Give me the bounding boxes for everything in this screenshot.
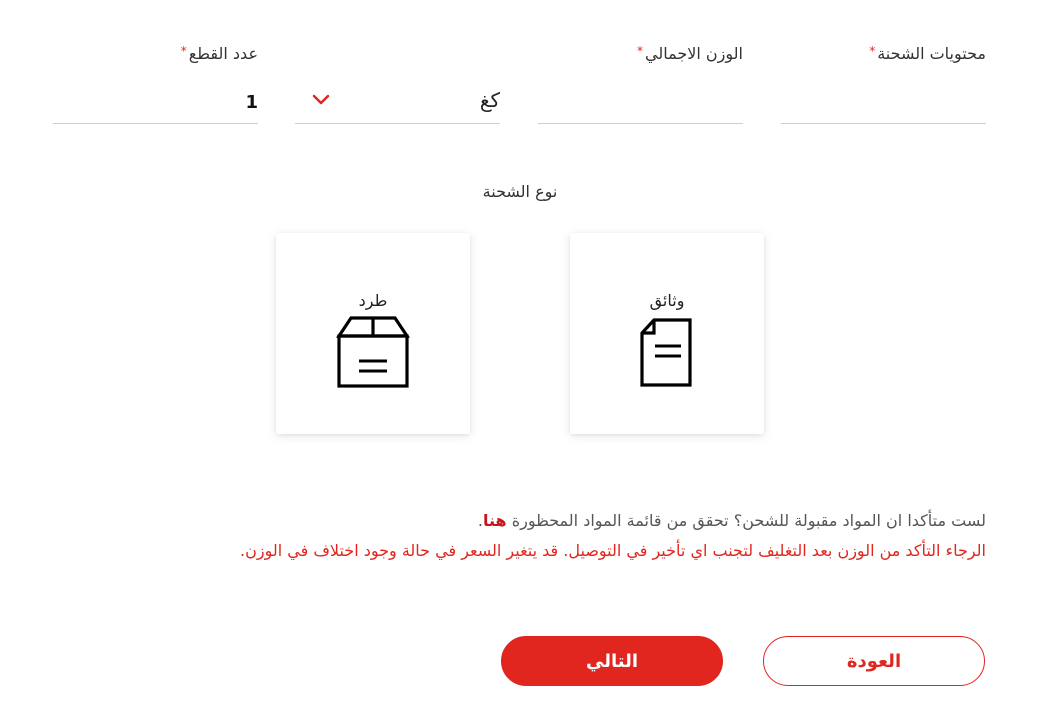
contents-label: محتويات الشحنة*: [869, 44, 986, 63]
weight-warning-note: الرجاء التأكد من الوزن بعد التغليف لتجنب…: [240, 541, 986, 560]
restricted-items-link[interactable]: هنا: [483, 511, 507, 530]
pieces-underline: [53, 123, 258, 124]
weight-label-text: الوزن الاجمالي: [645, 44, 743, 63]
contents-required-mark: *: [869, 44, 876, 58]
shipment-type-title: نوع الشحنة: [482, 182, 558, 201]
chevron-down-icon: [311, 92, 331, 111]
weight-required-mark: *: [637, 44, 644, 58]
back-button[interactable]: العودة: [763, 636, 985, 686]
weight-unit-underline: [295, 123, 500, 124]
restricted-items-note: لست متأكدا ان المواد مقبولة للشحن؟ تحقق …: [86, 511, 986, 530]
shipment-type-package-card[interactable]: طرد: [276, 233, 470, 434]
contents-label-text: محتويات الشحنة: [877, 44, 986, 63]
contents-input[interactable]: [781, 84, 986, 120]
pieces-label: عدد القطع*: [181, 44, 258, 63]
shipment-type-documents-card[interactable]: وثائق: [570, 233, 764, 434]
weight-input[interactable]: [538, 84, 743, 120]
pieces-label-text: عدد القطع: [188, 44, 258, 63]
contents-underline: [781, 123, 986, 124]
package-box-icon: [334, 315, 412, 393]
weight-label: الوزن الاجمالي*: [637, 44, 743, 63]
documents-label: وثائق: [649, 291, 685, 310]
weight-unit-select[interactable]: كغ: [295, 84, 500, 122]
document-icon: [638, 318, 696, 392]
weight-underline: [538, 123, 743, 124]
restricted-items-question: لست متأكدا ان المواد مقبولة للشحن؟ تحقق …: [511, 511, 986, 530]
pieces-required-mark: *: [180, 44, 187, 58]
weight-unit-value: كغ: [479, 88, 500, 112]
next-button[interactable]: التالي: [501, 636, 723, 686]
pieces-input[interactable]: [53, 84, 258, 120]
package-label: طرد: [358, 291, 388, 310]
